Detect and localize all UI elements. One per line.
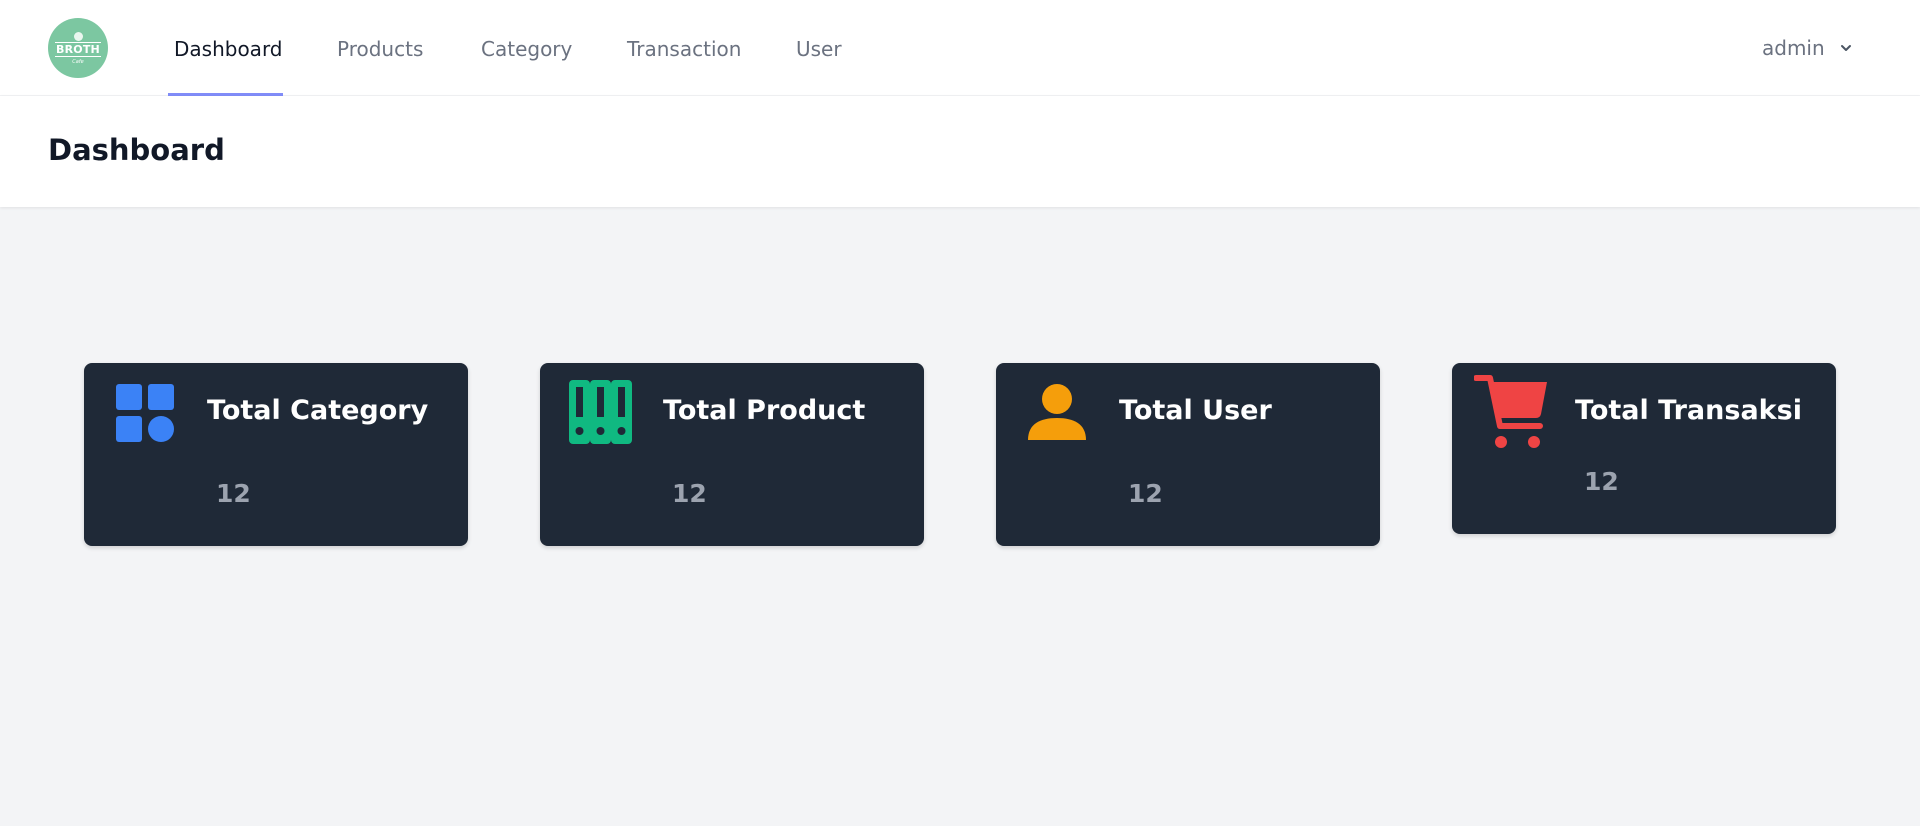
- logo-subtext: Cafe: [72, 58, 84, 65]
- card-title: Total Product: [663, 395, 866, 426]
- page-title: Dashboard: [48, 133, 225, 167]
- card-title: Total Category: [207, 395, 429, 426]
- binders-icon: [569, 380, 632, 444]
- nav-link-transaction[interactable]: Transaction: [627, 37, 741, 61]
- user-icon: [1028, 384, 1086, 440]
- nav-link-products[interactable]: Products: [337, 37, 423, 61]
- card-title: Total Transaksi: [1575, 395, 1802, 426]
- card-value: 12: [1584, 467, 1619, 496]
- page-header: Dashboard: [0, 96, 1920, 207]
- card-value: 12: [1128, 479, 1163, 508]
- top-navbar: BROTH Cafe Dashboard Products Category T…: [0, 0, 1920, 96]
- card-value: 12: [216, 479, 251, 508]
- card-title: Total User: [1119, 395, 1272, 426]
- chevron-down-icon: [1840, 45, 1851, 51]
- card-value: 12: [672, 479, 707, 508]
- stat-card-user: Total User 12: [996, 363, 1380, 546]
- logo-mark: [73, 31, 83, 41]
- category-grid-icon: [116, 384, 174, 442]
- user-menu-dropdown[interactable]: admin: [1762, 36, 1853, 60]
- nav-link-user[interactable]: User: [796, 37, 842, 61]
- user-menu-label: admin: [1762, 36, 1825, 60]
- logo-text: BROTH: [55, 41, 101, 57]
- stat-card-category: Total Category 12: [84, 363, 468, 546]
- shopping-cart-icon: [1474, 375, 1547, 448]
- stat-card-transaksi: Total Transaksi 12: [1452, 363, 1836, 534]
- stat-card-product: Total Product 12: [540, 363, 924, 546]
- nav-link-dashboard[interactable]: Dashboard: [174, 37, 283, 61]
- nav-link-category[interactable]: Category: [481, 37, 572, 61]
- brand-logo[interactable]: BROTH Cafe: [48, 18, 108, 78]
